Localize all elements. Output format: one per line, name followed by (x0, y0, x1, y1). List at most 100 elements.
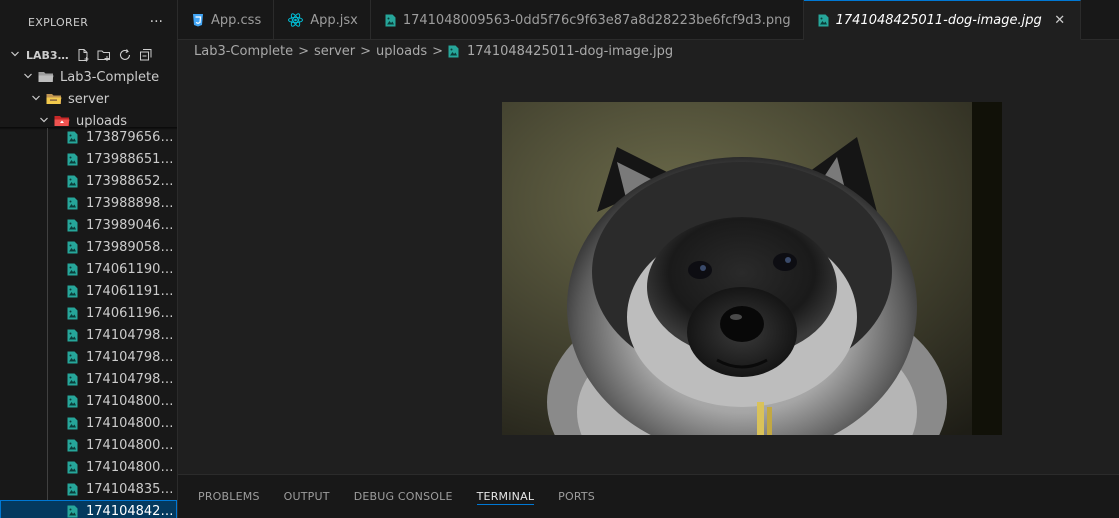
file-label: 17398904600... (86, 217, 176, 233)
new-folder-icon[interactable] (97, 48, 111, 62)
folder-lab3-complete[interactable]: Lab3-Complete (0, 66, 177, 88)
image-file-icon (67, 131, 78, 144)
file-item[interactable]: 17398865248... (0, 170, 177, 192)
chevron-right-icon: > (360, 43, 372, 59)
file-label: 17398865248... (86, 173, 176, 189)
image-file-icon (67, 417, 78, 430)
panel-tab-problems[interactable]: PROBLEMS (198, 475, 260, 518)
file-label: 17406119097... (86, 261, 176, 277)
chevron-right-icon: > (298, 43, 309, 59)
explorer-sidebar: EXPLORER ··· LAB3-COMPLETE (0, 0, 178, 518)
collapse-all-icon[interactable] (139, 48, 153, 62)
workspace-root-label: LAB3-COMPLETE (26, 48, 70, 62)
file-item[interactable]: 17410479806... (0, 324, 177, 346)
chevron-down-icon[interactable] (30, 93, 42, 106)
file-item[interactable]: 17406119097... (0, 258, 177, 280)
new-file-icon[interactable] (76, 48, 90, 62)
file-item[interactable]: 17398904600... (0, 214, 177, 236)
tab-label: App.css (211, 12, 262, 28)
image-file-icon (67, 307, 78, 320)
image-file-icon (67, 461, 78, 474)
explorer-actions (76, 48, 153, 62)
image-file-icon (67, 263, 78, 276)
file-label: 17410479806... (86, 327, 176, 343)
tab-1[interactable]: App.css (178, 0, 275, 40)
dog-image (502, 102, 1002, 435)
file-item[interactable]: 17410480093... (0, 434, 177, 456)
file-item[interactable]: 17410483509... (0, 478, 177, 500)
panel-tab-output[interactable]: OUTPUT (284, 475, 330, 518)
breadcrumb-item[interactable]: 1741048425011-dog-image.jpg (467, 44, 673, 59)
tab-3[interactable]: 1741048009563-0dd5f76c9f63e87a8d28223be6… (371, 0, 804, 40)
breadcrumb-item[interactable]: uploads (376, 44, 427, 59)
file-label: 17406119615... (86, 305, 176, 321)
file-label: 17410480087... (86, 393, 176, 409)
image-file-icon (67, 219, 78, 232)
file-label: 17398865169... (86, 151, 176, 167)
image-file-icon (67, 439, 78, 452)
tab-label: 1741048425011-dog-image.jpg (835, 12, 1042, 28)
image-file-icon (67, 241, 78, 254)
editor-tabs: App.css App.jsx 1741048009563-0dd5f76c9f63… (178, 0, 1119, 40)
file-item[interactable]: 17410479829... (0, 346, 177, 368)
panel-tab-terminal[interactable]: TERMINAL (476, 475, 535, 518)
image-file-icon (385, 14, 396, 27)
image-file-icon (67, 285, 78, 298)
workspace-root[interactable]: LAB3-COMPLETE (0, 44, 177, 66)
file-item[interactable]: 17387965605... (0, 126, 177, 148)
file-item[interactable]: 17410480092... (0, 412, 177, 434)
explorer-title: EXPLORER (28, 15, 89, 29)
breadcrumb-item[interactable]: Lab3-Complete (194, 44, 293, 59)
file-item[interactable]: 17398865169... (0, 148, 177, 170)
image-file-icon (67, 175, 78, 188)
file-label: 17410479853... (86, 371, 176, 387)
tab-4[interactable]: 1741048425011-dog-image.jpg ✕ (803, 0, 1081, 40)
server-folder-icon (46, 93, 62, 105)
file-label: 17410480093... (86, 437, 176, 453)
close-icon[interactable]: ✕ (1052, 13, 1068, 28)
panel-tab-ports[interactable]: PORTS (558, 475, 595, 518)
file-item[interactable]: 17410480087... (0, 390, 177, 412)
image-file-icon (67, 197, 78, 210)
chevron-down-icon[interactable] (10, 49, 20, 62)
css-icon (192, 13, 204, 27)
file-label: 17410480095... (86, 459, 176, 475)
file-item[interactable]: 17406119115... (0, 280, 177, 302)
file-item[interactable]: 17410479853... (0, 368, 177, 390)
file-label: 17387965605... (86, 129, 176, 145)
chevron-right-icon: > (432, 43, 444, 59)
file-item[interactable]: 17398905845... (0, 236, 177, 258)
bottom-panel: PROBLEMS OUTPUT DEBUG CONSOLE TERMINAL PORTS (178, 474, 1119, 518)
uploads-file-list: 17387965605... 17398865169... 17398865248.… (0, 126, 177, 518)
image-preview-editor (178, 62, 1119, 474)
file-label: 17410479829... (86, 349, 176, 365)
file-item[interactable]: 17398889823... (0, 192, 177, 214)
file-item[interactable]: 17410480095... (0, 456, 177, 478)
tab-label: App.jsx (310, 12, 358, 28)
folder-label: Lab3-Complete (60, 69, 160, 85)
image-file-icon (67, 483, 78, 496)
folder-server[interactable]: server (0, 88, 177, 110)
explorer-header: EXPLORER ··· (0, 0, 177, 44)
image-file-icon (67, 395, 78, 408)
refresh-icon[interactable] (118, 48, 132, 62)
file-item[interactable]: 17406119615... (0, 302, 177, 324)
react-icon (288, 13, 304, 27)
file-label: 17406119115... (86, 283, 176, 299)
breadcrumb-item[interactable]: server (314, 44, 355, 59)
image-file-icon (67, 505, 78, 518)
panel-tab-debug-console[interactable]: DEBUG CONSOLE (354, 475, 453, 518)
image-file-icon (67, 329, 78, 342)
image-file-icon (818, 14, 829, 27)
file-label: 17398889823... (86, 195, 176, 211)
more-actions-icon[interactable]: ··· (150, 14, 163, 30)
image-file-icon (67, 153, 78, 166)
open-folder-icon (38, 71, 54, 83)
file-label: 17410484250... (86, 503, 176, 518)
chevron-down-icon[interactable] (22, 71, 34, 84)
file-item[interactable]: 17410484250... (0, 500, 177, 518)
image-file-icon (67, 351, 78, 364)
tab-2[interactable]: App.jsx (274, 0, 371, 40)
tab-label: 1741048009563-0dd5f76c9f63e87a8d28223be6… (402, 12, 791, 28)
file-label: 17410480092... (86, 415, 176, 431)
